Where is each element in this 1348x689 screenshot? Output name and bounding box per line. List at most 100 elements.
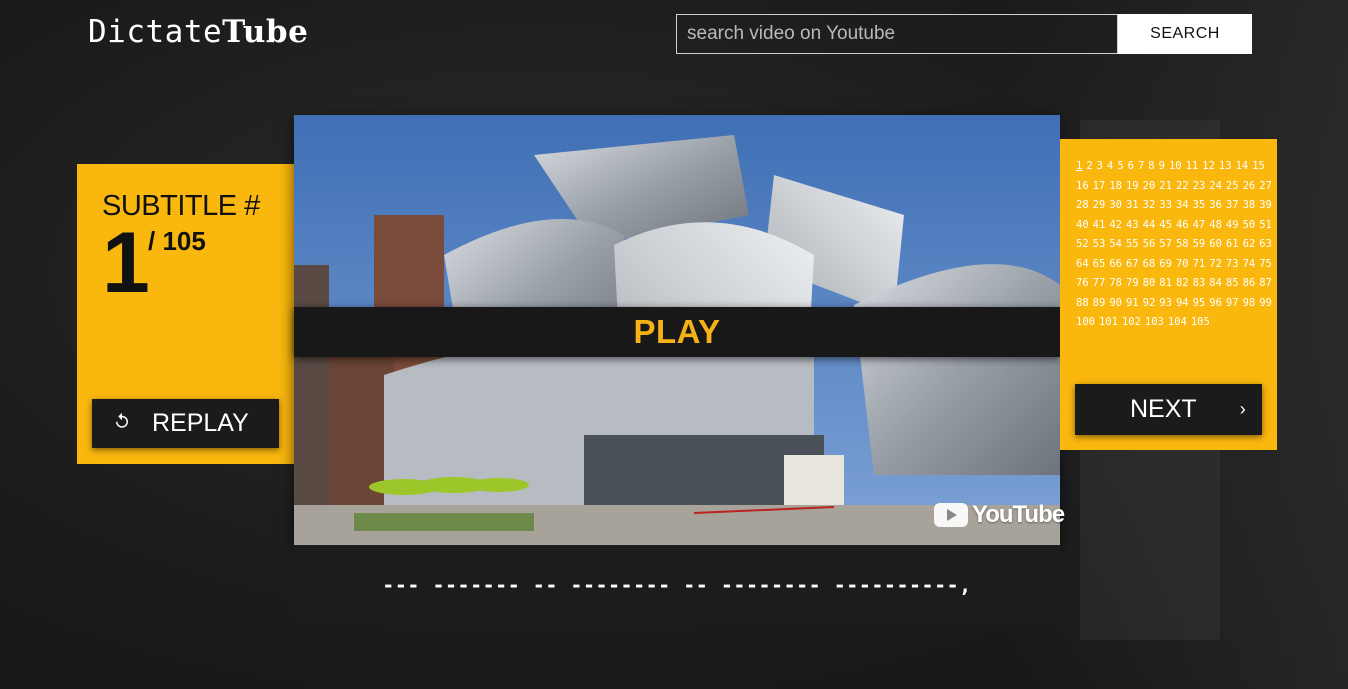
subtitle-number-link[interactable]: 61 <box>1226 235 1239 255</box>
subtitle-number-link[interactable]: 77 <box>1093 274 1106 294</box>
subtitle-number-link[interactable]: 80 <box>1143 274 1156 294</box>
subtitle-number-link[interactable]: 78 <box>1109 274 1122 294</box>
subtitle-number-link[interactable]: 37 <box>1226 196 1239 216</box>
subtitle-number-link[interactable]: 67 <box>1126 255 1139 275</box>
subtitle-number-link[interactable]: 42 <box>1109 216 1122 236</box>
subtitle-number-link[interactable]: 53 <box>1093 235 1106 255</box>
subtitle-number-link[interactable]: 94 <box>1176 294 1189 314</box>
subtitle-number-link[interactable]: 95 <box>1193 294 1206 314</box>
subtitle-number-link[interactable]: 5 <box>1117 157 1123 177</box>
subtitle-number-link[interactable]: 83 <box>1193 274 1206 294</box>
subtitle-number-link[interactable]: 65 <box>1093 255 1106 275</box>
subtitle-number-link[interactable]: 26 <box>1243 177 1256 197</box>
subtitle-number-link[interactable]: 44 <box>1143 216 1156 236</box>
subtitle-number-link[interactable]: 15 <box>1252 157 1265 177</box>
subtitle-number-link[interactable]: 97 <box>1226 294 1239 314</box>
subtitle-number-link[interactable]: 3 <box>1097 157 1103 177</box>
subtitle-number-link[interactable]: 1 <box>1076 157 1082 177</box>
subtitle-number-link[interactable]: 57 <box>1159 235 1172 255</box>
subtitle-number-link[interactable]: 13 <box>1219 157 1232 177</box>
subtitle-number-link[interactable]: 98 <box>1243 294 1256 314</box>
subtitle-number-link[interactable]: 76 <box>1076 274 1089 294</box>
subtitle-number-link[interactable]: 49 <box>1226 216 1239 236</box>
subtitle-number-link[interactable]: 43 <box>1126 216 1139 236</box>
subtitle-number-link[interactable]: 34 <box>1176 196 1189 216</box>
subtitle-number-link[interactable]: 7 <box>1138 157 1144 177</box>
subtitle-number-link[interactable]: 58 <box>1176 235 1189 255</box>
subtitle-number-link[interactable]: 27 <box>1259 177 1272 197</box>
subtitle-number-link[interactable]: 62 <box>1243 235 1256 255</box>
subtitle-number-link[interactable]: 85 <box>1226 274 1239 294</box>
subtitle-number-link[interactable]: 88 <box>1076 294 1089 314</box>
replay-button[interactable]: REPLAY <box>92 399 279 448</box>
subtitle-number-link[interactable]: 92 <box>1143 294 1156 314</box>
subtitle-number-link[interactable]: 25 <box>1226 177 1239 197</box>
subtitle-number-link[interactable]: 35 <box>1193 196 1206 216</box>
subtitle-number-link[interactable]: 55 <box>1126 235 1139 255</box>
subtitle-number-link[interactable]: 89 <box>1093 294 1106 314</box>
subtitle-number-link[interactable]: 47 <box>1193 216 1206 236</box>
subtitle-number-link[interactable]: 14 <box>1236 157 1249 177</box>
subtitle-number-link[interactable]: 56 <box>1143 235 1156 255</box>
subtitle-number-link[interactable]: 16 <box>1076 177 1089 197</box>
play-button[interactable]: PLAY <box>294 307 1060 357</box>
search-button[interactable]: SEARCH <box>1118 14 1252 54</box>
subtitle-number-link[interactable]: 6 <box>1128 157 1134 177</box>
subtitle-number-link[interactable]: 24 <box>1209 177 1222 197</box>
subtitle-number-link[interactable]: 50 <box>1243 216 1256 236</box>
subtitle-number-link[interactable]: 71 <box>1193 255 1206 275</box>
subtitle-number-link[interactable]: 54 <box>1109 235 1122 255</box>
subtitle-number-link[interactable]: 10 <box>1169 157 1182 177</box>
subtitle-number-link[interactable]: 28 <box>1076 196 1089 216</box>
subtitle-number-link[interactable]: 20 <box>1143 177 1156 197</box>
subtitle-number-link[interactable]: 93 <box>1159 294 1172 314</box>
subtitle-number-link[interactable]: 105 <box>1191 313 1210 333</box>
subtitle-number-link[interactable]: 100 <box>1076 313 1095 333</box>
youtube-watermark[interactable]: YouTube <box>934 501 1065 529</box>
subtitle-number-link[interactable]: 96 <box>1209 294 1222 314</box>
subtitle-number-link[interactable]: 90 <box>1109 294 1122 314</box>
subtitle-number-link[interactable]: 59 <box>1193 235 1206 255</box>
subtitle-number-link[interactable]: 40 <box>1076 216 1089 236</box>
subtitle-number-link[interactable]: 32 <box>1143 196 1156 216</box>
subtitle-number-link[interactable]: 45 <box>1159 216 1172 236</box>
subtitle-number-link[interactable]: 75 <box>1259 255 1272 275</box>
subtitle-number-link[interactable]: 41 <box>1093 216 1106 236</box>
subtitle-number-link[interactable]: 33 <box>1159 196 1172 216</box>
subtitle-number-link[interactable]: 91 <box>1126 294 1139 314</box>
subtitle-number-link[interactable]: 18 <box>1109 177 1122 197</box>
subtitle-number-link[interactable]: 23 <box>1193 177 1206 197</box>
subtitle-number-link[interactable]: 74 <box>1243 255 1256 275</box>
subtitle-number-link[interactable]: 103 <box>1145 313 1164 333</box>
subtitle-number-link[interactable]: 9 <box>1159 157 1165 177</box>
search-input[interactable] <box>676 14 1118 54</box>
subtitle-number-link[interactable]: 60 <box>1209 235 1222 255</box>
subtitle-number-link[interactable]: 81 <box>1159 274 1172 294</box>
app-logo[interactable]: DictateTube <box>88 14 308 50</box>
subtitle-number-link[interactable]: 104 <box>1168 313 1187 333</box>
subtitle-number-link[interactable]: 38 <box>1243 196 1256 216</box>
subtitle-number-link[interactable]: 102 <box>1122 313 1141 333</box>
subtitle-number-link[interactable]: 2 <box>1086 157 1092 177</box>
subtitle-number-link[interactable]: 99 <box>1259 294 1272 314</box>
subtitle-number-link[interactable]: 70 <box>1176 255 1189 275</box>
subtitle-number-link[interactable]: 86 <box>1243 274 1256 294</box>
subtitle-number-link[interactable]: 22 <box>1176 177 1189 197</box>
subtitle-number-link[interactable]: 52 <box>1076 235 1089 255</box>
subtitle-number-link[interactable]: 4 <box>1107 157 1113 177</box>
subtitle-number-link[interactable]: 36 <box>1209 196 1222 216</box>
subtitle-number-link[interactable]: 46 <box>1176 216 1189 236</box>
subtitle-number-link[interactable]: 48 <box>1209 216 1222 236</box>
subtitle-number-link[interactable]: 11 <box>1186 157 1199 177</box>
subtitle-number-link[interactable]: 63 <box>1259 235 1272 255</box>
subtitle-number-link[interactable]: 29 <box>1093 196 1106 216</box>
subtitle-number-link[interactable]: 51 <box>1259 216 1272 236</box>
subtitle-number-link[interactable]: 87 <box>1259 274 1272 294</box>
subtitle-number-link[interactable]: 72 <box>1209 255 1222 275</box>
subtitle-number-link[interactable]: 31 <box>1126 196 1139 216</box>
subtitle-number-link[interactable]: 73 <box>1226 255 1239 275</box>
subtitle-number-link[interactable]: 21 <box>1159 177 1172 197</box>
subtitle-number-link[interactable]: 82 <box>1176 274 1189 294</box>
subtitle-number-link[interactable]: 66 <box>1109 255 1122 275</box>
subtitle-number-link[interactable]: 19 <box>1126 177 1139 197</box>
